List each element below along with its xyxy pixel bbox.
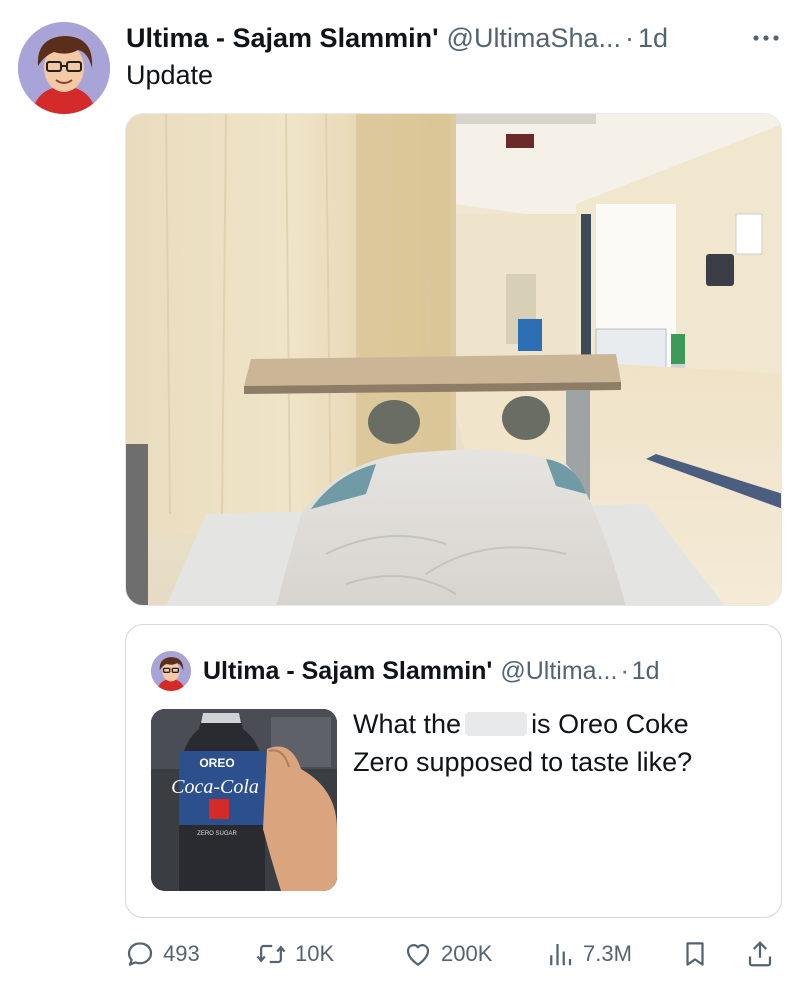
quoted-avatar-image [151, 651, 191, 691]
views-button[interactable]: 7.3M [545, 934, 632, 974]
quoted-text-after: is Oreo Coke [531, 709, 689, 739]
more-button[interactable] [746, 24, 786, 52]
like-button[interactable]: 200K [403, 934, 492, 974]
quoted-tweet-header: Ultima - Sajam Slammin' @Ultima... · 1d [203, 653, 660, 689]
share-button[interactable] [745, 934, 775, 974]
repost-icon [256, 944, 286, 964]
bookmark-icon [686, 942, 704, 966]
bookmark-button[interactable] [680, 934, 710, 974]
share-icon [748, 941, 772, 967]
quoted-tweet-text: What the is Oreo Coke Zero supposed to ta… [353, 705, 763, 781]
reply-button[interactable]: 493 [125, 934, 200, 974]
tweet-header: Ultima - Sajam Slammin' @UltimaSha... · … [126, 18, 786, 58]
author-name[interactable]: Ultima - Sajam Slammin' [126, 23, 439, 54]
quoted-text-before: What the [353, 709, 462, 739]
quoted-author-avatar[interactable] [151, 651, 191, 691]
separator-dot: · [620, 656, 629, 685]
reply-icon [127, 942, 153, 966]
repost-button[interactable]: 10K [255, 934, 334, 974]
quoted-text-line2: Zero supposed to taste like? [353, 747, 693, 777]
bottle-brand: OREO [199, 756, 234, 770]
quoted-tweet-photo[interactable]: OREO Coca-Cola ZERO SUGAR [151, 709, 337, 891]
bottle-label: Coca-Cola [171, 776, 259, 798]
reply-count: 493 [163, 941, 200, 966]
quoted-author-name[interactable]: Ultima - Sajam Slammin' [203, 657, 492, 686]
author-handle[interactable]: @UltimaSha... [447, 23, 621, 54]
like-icon [406, 944, 430, 966]
quoted-author-handle[interactable]: @Ultima... [500, 657, 617, 686]
views-icon [550, 944, 572, 966]
tweet-text: Update [126, 60, 214, 90]
tweet-actions: 493 10K 200K 7.3M [125, 934, 782, 974]
like-count: 200K [441, 941, 493, 966]
censor-blur [465, 712, 528, 736]
bottle-sub: ZERO SUGAR [197, 831, 237, 837]
tweet-photo[interactable] [125, 113, 782, 606]
quoted-tweet-timestamp[interactable]: 1d [632, 657, 660, 686]
quoted-tweet[interactable]: Ultima - Sajam Slammin' @Ultima... · 1d … [125, 624, 782, 918]
views-count: 7.3M [583, 941, 632, 966]
more-icon [753, 35, 779, 41]
hospital-photo [126, 114, 781, 605]
repost-count: 10K [295, 941, 335, 966]
author-avatar[interactable] [18, 22, 110, 114]
separator-dot: · [625, 22, 634, 53]
tweet-timestamp[interactable]: 1d [638, 23, 668, 54]
avatar-image [18, 22, 110, 114]
coke-bottle-photo: OREO Coca-Cola ZERO SUGAR [151, 709, 337, 891]
